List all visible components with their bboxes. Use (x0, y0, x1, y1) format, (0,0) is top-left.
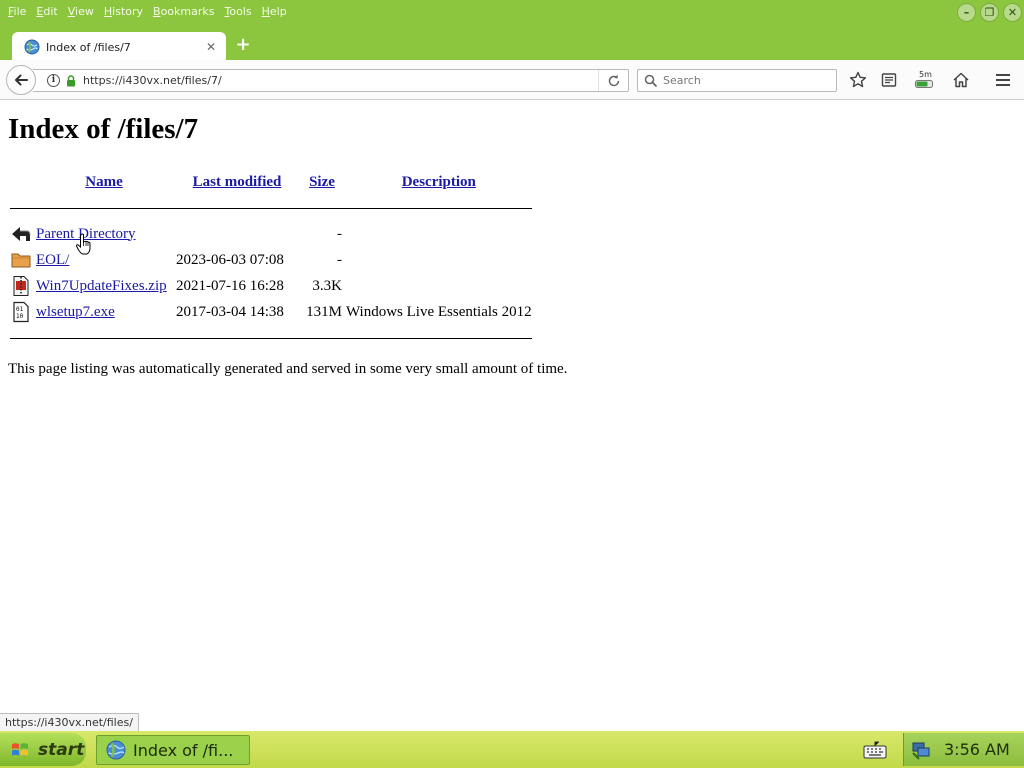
start-label: start (38, 739, 85, 760)
reading-list-icon[interactable] (878, 70, 900, 90)
close-button[interactable]: ✕ (1003, 3, 1022, 22)
svg-text:10: 10 (16, 313, 24, 320)
modified-cell: 2017-03-04 14:38 (176, 303, 284, 320)
description-cell (344, 247, 534, 273)
table-row: Win7UpdateFixes.zip 2021-07-16 16:28 3.3… (8, 273, 534, 299)
icon-cell (8, 273, 34, 299)
start-button[interactable]: start (0, 733, 86, 766)
system-tray: 3:56 AM (903, 733, 1024, 766)
menu-bookmarks[interactable]: Bookmarks (148, 0, 219, 24)
search-input[interactable] (663, 74, 833, 87)
name-cell: EOL/ (34, 247, 174, 273)
size-cell: 3.3K (312, 277, 342, 294)
separator-row (8, 195, 534, 221)
sync-label: 5m (919, 70, 932, 79)
description-cell (344, 273, 534, 299)
window-controls: – ❐ ✕ (957, 3, 1022, 22)
eol-folder-link[interactable]: EOL/ (36, 252, 69, 268)
size-cell: - (337, 225, 342, 242)
menu-tools[interactable]: Tools (219, 0, 256, 24)
menu-history[interactable]: History (99, 0, 148, 24)
tab-title: Index of /files/7 (46, 40, 131, 54)
icon-cell (8, 247, 34, 273)
new-tab-button[interactable]: + (234, 36, 252, 54)
tab-strip: Index of /files/7 ✕ + (0, 30, 1024, 62)
sort-by-modified-link[interactable]: Last modified (193, 174, 282, 190)
compressed-file-icon (13, 276, 29, 296)
tab-close-icon[interactable]: ✕ (204, 40, 218, 54)
reload-icon[interactable] (598, 70, 628, 91)
binary-file-icon: 01 10 (13, 301, 29, 323)
hand-cursor-icon (75, 233, 91, 255)
clock[interactable]: 3:56 AM (944, 740, 1010, 759)
divider (10, 207, 532, 209)
name-cell: wlsetup7.exe (34, 299, 174, 325)
size-cell: 131M (306, 303, 342, 320)
separator-row (8, 325, 534, 351)
site-info-icon[interactable]: i (47, 74, 60, 87)
directory-listing-table: Name Last modified Size Description Pare… (8, 169, 534, 351)
menu-file[interactable]: File (3, 0, 31, 24)
back-arrow-icon (12, 227, 31, 241)
navigation-bar: i https://i430vx.net/files/7/ (0, 60, 1024, 100)
back-button[interactable] (6, 65, 36, 95)
table-header-row: Name Last modified Size Description (8, 169, 534, 195)
tab-index-files-7[interactable]: Index of /files/7 ✕ (12, 32, 226, 62)
home-icon[interactable] (950, 70, 972, 90)
size-column-header: Size (300, 169, 344, 195)
size-cell: - (337, 251, 342, 268)
divider (10, 337, 532, 339)
windows-logo-icon (12, 742, 28, 755)
sort-by-name-link[interactable]: Name (85, 174, 123, 190)
status-bar-url: https://i430vx.net/files/ (0, 713, 139, 731)
page-title: Index of /files/7 (8, 113, 199, 145)
folder-icon (11, 253, 31, 268)
modified-cell: 2021-07-16 16:28 (176, 277, 284, 294)
restore-button[interactable]: ❐ (980, 3, 999, 22)
modified-column-header: Last modified (174, 169, 300, 195)
wlsetup7-exe-link[interactable]: wlsetup7.exe (36, 304, 115, 320)
keyboard-icon[interactable] (863, 740, 887, 760)
table-row: 01 10 wlsetup7.exe 2017-03-04 14:38 131M… (8, 299, 534, 325)
description-cell (344, 221, 534, 247)
name-cell: Win7UpdateFixes.zip (34, 273, 174, 299)
taskbar-item-browser[interactable]: Index of /fi... (96, 735, 250, 765)
icon-cell (8, 221, 34, 247)
menu-help[interactable]: Help (257, 0, 292, 24)
name-column-header: Name (34, 169, 174, 195)
modified-cell: 2023-06-03 07:08 (176, 251, 284, 268)
win7updatefixes-zip-link[interactable]: Win7UpdateFixes.zip (36, 278, 167, 294)
modified-cell (174, 221, 300, 247)
lock-icon[interactable] (66, 74, 76, 87)
menu-edit[interactable]: Edit (31, 0, 62, 24)
icon-cell: 01 10 (8, 299, 34, 325)
sort-by-size-link[interactable]: Size (309, 174, 335, 190)
taskbar-item-label: Index of /fi... (133, 740, 234, 760)
minimize-button[interactable]: – (957, 3, 976, 22)
description-column-header: Description (344, 169, 534, 195)
url-text: https://i430vx.net/files/7/ (83, 74, 222, 87)
name-cell: Parent Directory (34, 221, 174, 247)
search-box[interactable] (637, 69, 837, 92)
menu-view[interactable]: View (63, 0, 99, 24)
bookmark-star-icon[interactable] (847, 70, 869, 90)
sort-by-description-link[interactable]: Description (402, 174, 476, 190)
network-status-icon[interactable] (910, 739, 932, 761)
sync-status-icon[interactable]: 5m (913, 70, 935, 90)
hamburger-menu-icon[interactable] (992, 70, 1014, 90)
page-content: Index of /files/7 Name Last modified Siz… (0, 101, 1024, 731)
back-arrow-icon (15, 74, 28, 86)
search-icon (644, 74, 658, 87)
menu-bar: File Edit View History Bookmarks Tools H… (0, 0, 292, 24)
globe-icon (24, 39, 40, 55)
svg-text:01: 01 (16, 306, 24, 313)
browser-chrome: File Edit View History Bookmarks Tools H… (0, 0, 1024, 62)
description-cell: Windows Live Essentials 2012 (346, 303, 532, 320)
icon-column-header (8, 169, 34, 195)
server-footer-text: This page listing was automatically gene… (8, 361, 568, 377)
globe-icon (106, 740, 126, 760)
url-bar[interactable]: i https://i430vx.net/files/7/ (33, 69, 629, 92)
